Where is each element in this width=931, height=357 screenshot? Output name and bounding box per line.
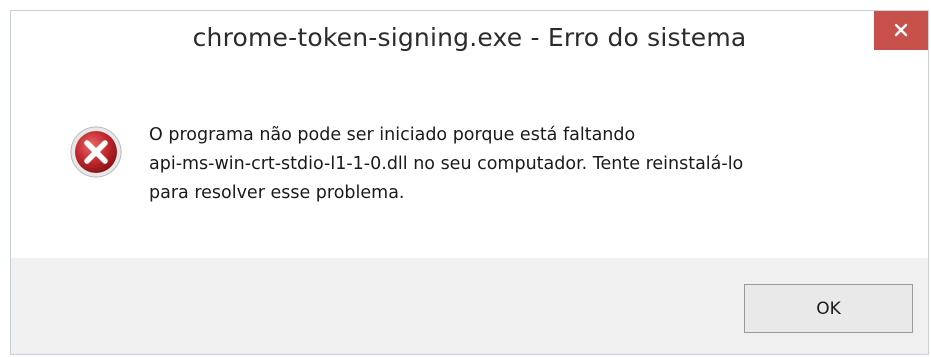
error-dialog: chrome-token-signing.exe - Erro do siste… (10, 10, 929, 355)
close-icon (894, 23, 908, 37)
ok-button[interactable]: OK (744, 284, 913, 333)
window-title: chrome-token-signing.exe - Erro do siste… (192, 23, 747, 52)
message-line: O programa não pode ser iniciado porque … (149, 125, 636, 145)
error-icon (70, 126, 122, 178)
message-line: para resolver esse problema. (149, 183, 405, 203)
dialog-footer: OK (11, 258, 928, 354)
error-message: O programa não pode ser iniciado porque … (149, 121, 889, 208)
title-bar: chrome-token-signing.exe - Erro do siste… (11, 11, 928, 73)
message-line: api-ms-win-crt-stdio-l1-1-0.dll no seu c… (149, 154, 744, 174)
dialog-content: O programa não pode ser iniciado porque … (11, 73, 928, 258)
close-button[interactable] (874, 11, 928, 50)
